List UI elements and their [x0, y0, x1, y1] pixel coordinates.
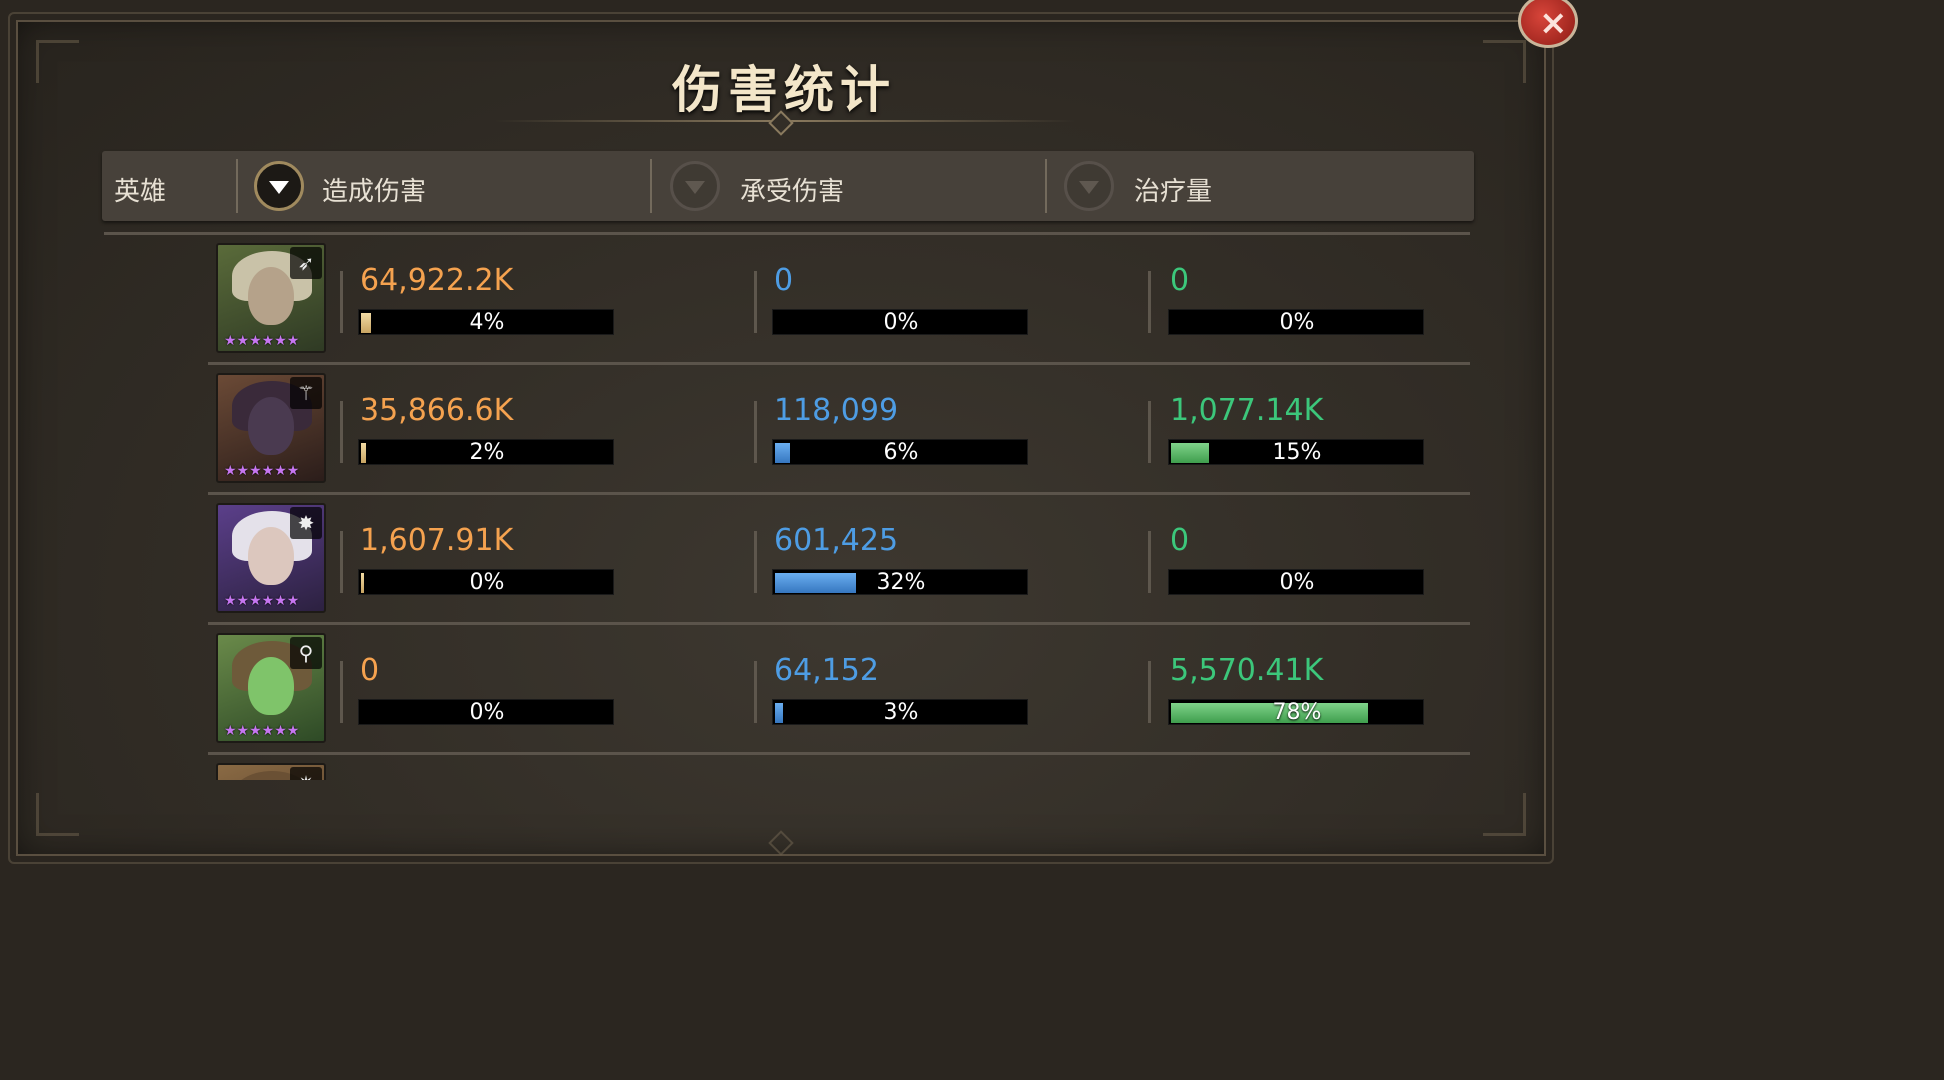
dealt-progress-bar: 0%: [358, 569, 614, 595]
chevron-down-icon: [1079, 181, 1099, 194]
heal-percent: 78%: [1272, 700, 1322, 725]
hero-row: ⚚ ★★★★★★ 35,866.6K 2% 118,099 6% 1,077.14K 15%: [208, 365, 1470, 495]
header-separator: [650, 159, 652, 213]
portrait-face: [248, 527, 294, 585]
heal-progress-bar: 78%: [1168, 699, 1424, 725]
sort-damage-dealt-button[interactable]: [254, 161, 304, 211]
column-separator: [754, 401, 757, 463]
star-rating: ★★★★★★: [224, 593, 300, 609]
column-separator: [1148, 661, 1151, 723]
header-damage-dealt-label: 造成伤害: [322, 177, 427, 207]
wand-icon: ✸: [290, 507, 322, 539]
page-title: 伤害统计: [672, 61, 896, 119]
taken-percent: 0%: [883, 310, 919, 335]
hero-row: ✸ ★★★★★★ 1,607.91K 0% 601,425 32% 0 0%: [208, 495, 1470, 625]
column-separator: [340, 401, 343, 463]
sun-icon: ✷: [290, 767, 322, 780]
white-hair-mage-portrait[interactable]: ✸ ★★★★★★: [216, 503, 326, 613]
heal-progress-bar: 15%: [1168, 439, 1424, 465]
dealt-value: 1,607.91K: [360, 523, 514, 558]
taken-percent: 3%: [883, 700, 919, 725]
partial-hero-portrait[interactable]: ✷: [216, 763, 326, 780]
heal-percent: 0%: [1279, 570, 1315, 595]
chevron-down-icon: [685, 181, 705, 194]
dealt-percent: 4%: [469, 310, 505, 335]
portrait-face: [248, 657, 294, 715]
dealt-percent: 0%: [469, 570, 505, 595]
chevron-down-icon: [269, 181, 289, 194]
heal-percent: 15%: [1272, 440, 1322, 465]
corner-ornament: [36, 793, 79, 836]
close-icon: ×: [1539, 3, 1568, 43]
dealt-progress-bar: 2%: [358, 439, 614, 465]
dealt-percent: 0%: [469, 700, 505, 725]
hero-stats-list[interactable]: ➶ ★★★★★★ 64,922.2K 4% 0 0% 0 0% ⚚ ★★★★★★ 35,866.6K…: [104, 235, 1470, 780]
column-separator: [754, 661, 757, 723]
heal-percent: 0%: [1279, 310, 1315, 335]
praying-hands-icon: ⚲: [290, 637, 322, 669]
taken-progress-bar: 3%: [772, 699, 1028, 725]
green-horned-priestess-portrait[interactable]: ⚲ ★★★★★★: [216, 633, 326, 743]
header-healing-label: 治疗量: [1134, 177, 1213, 207]
dealt-value: 35,866.6K: [360, 393, 514, 428]
heal-value: 5,570.41K: [1170, 653, 1324, 688]
sort-damage-taken-button[interactable]: [670, 161, 720, 211]
column-separator: [754, 531, 757, 593]
taken-progress-bar: 6%: [772, 439, 1028, 465]
heal-progress-bar: 0%: [1168, 569, 1424, 595]
taken-value: 118,099: [774, 393, 899, 428]
close-button[interactable]: ×: [1518, 0, 1578, 48]
header-separator: [236, 159, 238, 213]
column-separator: [1148, 271, 1151, 333]
taken-percent: 6%: [883, 440, 919, 465]
corner-ornament: [1483, 793, 1526, 836]
dealt-value: 0: [360, 653, 380, 688]
heal-value: 0: [1170, 263, 1190, 298]
taken-percent: 32%: [876, 570, 926, 595]
dealt-percent: 2%: [469, 440, 505, 465]
column-separator: [340, 661, 343, 723]
star-rating: ★★★★★★: [224, 333, 300, 349]
heal-progress-bar: 0%: [1168, 309, 1424, 335]
column-separator: [754, 271, 757, 333]
taken-progress-bar: 0%: [772, 309, 1028, 335]
heal-value: 1,077.14K: [1170, 393, 1324, 428]
sort-healing-button[interactable]: [1064, 161, 1114, 211]
heal-value: 0: [1170, 523, 1190, 558]
portrait-face: [248, 267, 294, 325]
column-separator: [340, 271, 343, 333]
bow-icon: ➶: [290, 247, 322, 279]
dealt-progress-bar: 0%: [358, 699, 614, 725]
table-header: 英雄 造成伤害 承受伤害 治疗量: [102, 151, 1474, 221]
star-rating: ★★★★★★: [224, 463, 300, 479]
taken-progress-bar: 32%: [772, 569, 1028, 595]
dealt-progress-bar: 4%: [358, 309, 614, 335]
portrait-face: [248, 397, 294, 455]
column-separator: [340, 531, 343, 593]
header-hero-label: 英雄: [114, 177, 167, 207]
hero-row: ➶ ★★★★★★ 64,922.2K 4% 0 0% 0 0%: [208, 235, 1470, 365]
header-damage-taken-label: 承受伤害: [740, 177, 845, 207]
staff-icon: ⚚: [290, 377, 322, 409]
star-rating: ★★★★★★: [224, 723, 300, 739]
column-separator: [1148, 531, 1151, 593]
dragon-rose-portrait[interactable]: ⚚ ★★★★★★: [216, 373, 326, 483]
header-separator: [1045, 159, 1047, 213]
taken-value: 0: [774, 263, 794, 298]
elf-druid-portrait[interactable]: ➶ ★★★★★★: [216, 243, 326, 353]
column-separator: [1148, 401, 1151, 463]
dealt-value: 64,922.2K: [360, 263, 514, 298]
taken-value: 601,425: [774, 523, 899, 558]
hero-row: ✷: [208, 755, 1470, 780]
taken-value: 64,152: [774, 653, 879, 688]
hero-row: ⚲ ★★★★★★ 0 0% 64,152 3% 5,570.41K 78%: [208, 625, 1470, 755]
